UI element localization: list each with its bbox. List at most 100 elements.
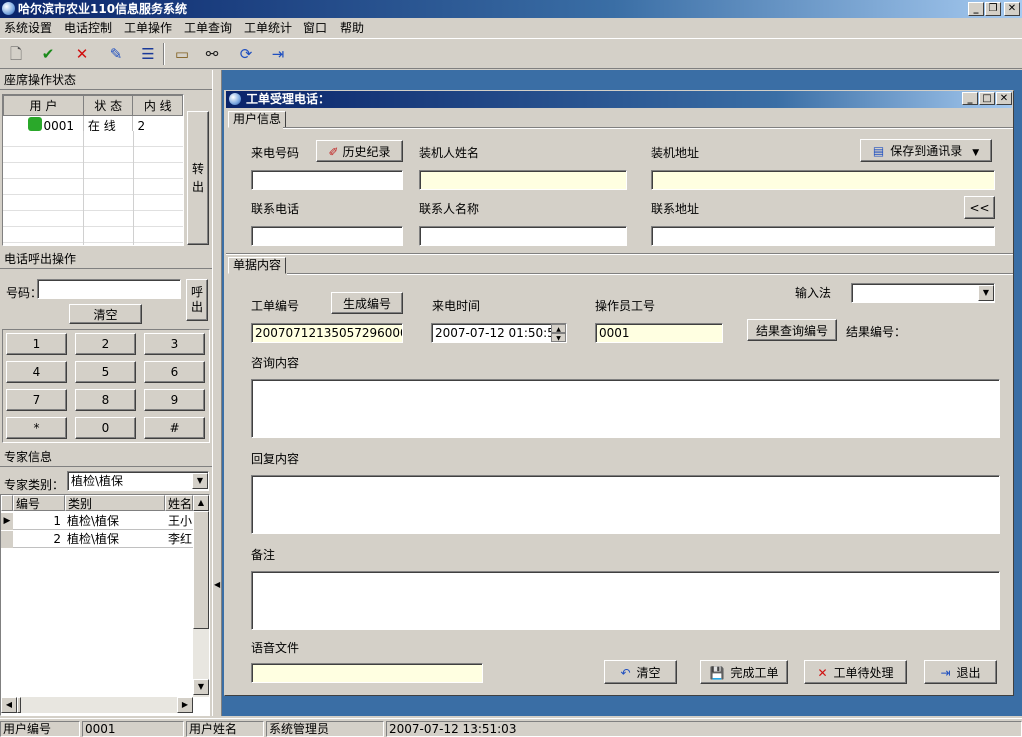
voice-file-label: 语音文件 — [251, 641, 300, 655]
menu-system-settings[interactable]: 系统设置 — [4, 20, 52, 36]
menu-help[interactable]: 帮助 — [340, 20, 364, 36]
expert-grid[interactable]: 编号 类别 姓名 ▶ 1 植检\植保 王小 2 植检\植保 李红 ▲ ▼ ◀ ▶ — [0, 494, 210, 716]
exit-button[interactable]: ⇥ 退出 — [924, 660, 997, 684]
operator-no-label: 操作员工号 — [595, 299, 656, 313]
key-0[interactable]: 0 — [75, 417, 136, 439]
expert-hscrollbar[interactable]: ◀ ▶ — [1, 697, 193, 713]
menu-phone-control[interactable]: 电话控制 — [64, 20, 112, 36]
splitter[interactable]: ◀ — [212, 70, 222, 716]
reply-textarea[interactable] — [251, 475, 1000, 534]
close-button[interactable]: ✕ — [1004, 2, 1020, 16]
query-result-no-button[interactable]: 结果查询编号 — [747, 319, 837, 341]
transfer-button[interactable]: 转 出 — [187, 111, 209, 245]
caller-number-input[interactable] — [251, 170, 403, 190]
window-globe-icon — [229, 93, 241, 105]
tab-ticket-content[interactable]: 单据内容 — [228, 257, 287, 274]
seat-col-line[interactable]: 内 线 — [132, 95, 183, 116]
install-address-input[interactable] — [651, 170, 995, 190]
spin-down-icon[interactable]: ▼ — [551, 333, 566, 342]
key-8[interactable]: 8 — [75, 389, 136, 411]
red-x-icon: ✕ — [817, 665, 828, 680]
menu-ticket-query[interactable]: 工单查询 — [184, 20, 232, 36]
key-hash[interactable]: # — [144, 417, 205, 439]
key-3[interactable]: 3 — [144, 333, 205, 355]
ticket-no-label: 工单编号 — [251, 299, 300, 313]
remark-textarea[interactable] — [251, 571, 1000, 630]
row-pointer-icon: ▶ — [1, 513, 13, 530]
restore-button[interactable]: ❐ — [985, 2, 1001, 16]
installer-name-input[interactable] — [419, 170, 627, 190]
ticket-window-title-bar[interactable]: 工单受理电话： _ □ ✕ — [226, 91, 1012, 108]
menu-ticket-stats[interactable]: 工单统计 — [244, 20, 292, 36]
caller-number-label: 来电号码 — [251, 146, 300, 160]
call-out-button[interactable]: 呼 出 — [186, 279, 208, 321]
clear-button-label: 清空 — [636, 665, 661, 680]
seat-grid[interactable]: 用 户 状 态 内 线 0001 在 线 2 — [2, 94, 184, 246]
contact-name-input[interactable] — [419, 226, 627, 246]
complete-ticket-button[interactable]: 💾 完成工单 — [700, 660, 788, 684]
expert-category-select[interactable]: 植检\植保 ▼ — [67, 471, 209, 491]
key-9[interactable]: 9 — [144, 389, 205, 411]
seat-col-user[interactable]: 用 户 — [3, 95, 84, 116]
child-minimize-button[interactable]: _ — [962, 92, 978, 105]
key-5[interactable]: 5 — [75, 361, 136, 383]
table-row[interactable]: ▶ 1 植检\植保 王小 — [1, 513, 193, 530]
key-2[interactable]: 2 — [75, 333, 136, 355]
consult-textarea[interactable] — [251, 379, 1000, 438]
child-restore-button[interactable]: □ — [979, 92, 995, 105]
close-x-icon[interactable]: ✕ — [70, 43, 94, 65]
binoculars-icon[interactable]: ⚯ — [200, 43, 224, 65]
seat-col-status[interactable]: 状 态 — [82, 95, 134, 116]
check-icon[interactable]: ✔ — [36, 43, 60, 65]
expert-name-cell: 李红 — [168, 532, 193, 546]
menu-window[interactable]: 窗口 — [303, 20, 327, 36]
contact-address-input[interactable] — [651, 226, 995, 246]
key-4[interactable]: 4 — [6, 361, 67, 383]
contact-phone-input[interactable] — [251, 226, 403, 246]
child-close-button[interactable]: ✕ — [996, 92, 1012, 105]
dropdown-arrow-icon: ▼ — [972, 148, 980, 158]
exit-icon[interactable]: ⇥ — [266, 43, 290, 65]
list-icon[interactable]: ☰ — [136, 43, 160, 65]
history-button[interactable]: ✐ 历史纪录 — [316, 140, 403, 162]
app-title-bar[interactable]: 哈尔滨市农业110信息服务系统 _ ❐ ✕ — [0, 0, 1022, 18]
minimize-button[interactable]: _ — [968, 2, 984, 16]
save-contacts-label: 保存到通讯录 — [890, 144, 963, 158]
key-1[interactable]: 1 — [6, 333, 67, 355]
input-method-select[interactable]: ▼ — [851, 283, 995, 303]
key-7[interactable]: 7 — [6, 389, 67, 411]
expert-id-cell: 1 — [53, 514, 61, 528]
chevron-down-icon[interactable]: ▼ — [978, 285, 994, 301]
expert-vscrollbar[interactable]: ▲ ▼ — [193, 495, 209, 697]
chevron-down-icon[interactable]: ▼ — [192, 473, 208, 489]
refresh-icon[interactable]: ⟳ — [234, 43, 258, 65]
new-doc-icon[interactable]: 🗋 — [4, 43, 28, 65]
installer-name-label: 装机人姓名 — [419, 146, 480, 160]
tab-user-info[interactable]: 用户信息 — [228, 111, 287, 128]
ticket-no-input[interactable]: 20070712135057296​0001 — [251, 323, 403, 343]
history-brush-icon: ✐ — [328, 144, 339, 159]
card-icon[interactable]: ▭ — [170, 43, 194, 65]
dial-clear-button[interactable]: 清空 — [69, 304, 142, 324]
save-to-contacts-button[interactable]: ▤ 保存到通讯录 ▼ — [860, 139, 992, 162]
menu-ticket-ops[interactable]: 工单操作 — [124, 20, 172, 36]
call-time-picker[interactable]: 2007-07-12 01:50:57 ▲ ▼ — [431, 323, 567, 343]
key-star[interactable]: * — [6, 417, 67, 439]
generate-no-button[interactable]: 生成编号 — [331, 292, 403, 314]
splitter-arrow-icon[interactable]: ◀ — [214, 580, 220, 589]
pencil-icon[interactable]: ✎ — [104, 43, 128, 65]
expert-col-category[interactable]: 类别 — [65, 495, 165, 511]
clear-button[interactable]: ↶ 清空 — [604, 660, 677, 684]
spin-up-icon[interactable]: ▲ — [551, 324, 566, 333]
dial-number-input[interactable] — [37, 279, 181, 299]
pending-ticket-button[interactable]: ✕ 工单待处理 — [804, 660, 907, 684]
expert-col-id[interactable]: 编号 — [13, 495, 65, 511]
operator-no-input[interactable]: 0001 — [595, 323, 723, 343]
voice-file-input[interactable] — [251, 663, 483, 683]
key-6[interactable]: 6 — [144, 361, 205, 383]
history-button-label: 历史纪录 — [342, 144, 391, 159]
collapse-button[interactable]: << — [964, 196, 995, 219]
table-row[interactable]: 2 植检\植保 李红 — [1, 531, 193, 548]
expert-col-name[interactable]: 姓名 — [165, 495, 193, 511]
exit-button-label: 退出 — [956, 665, 981, 680]
